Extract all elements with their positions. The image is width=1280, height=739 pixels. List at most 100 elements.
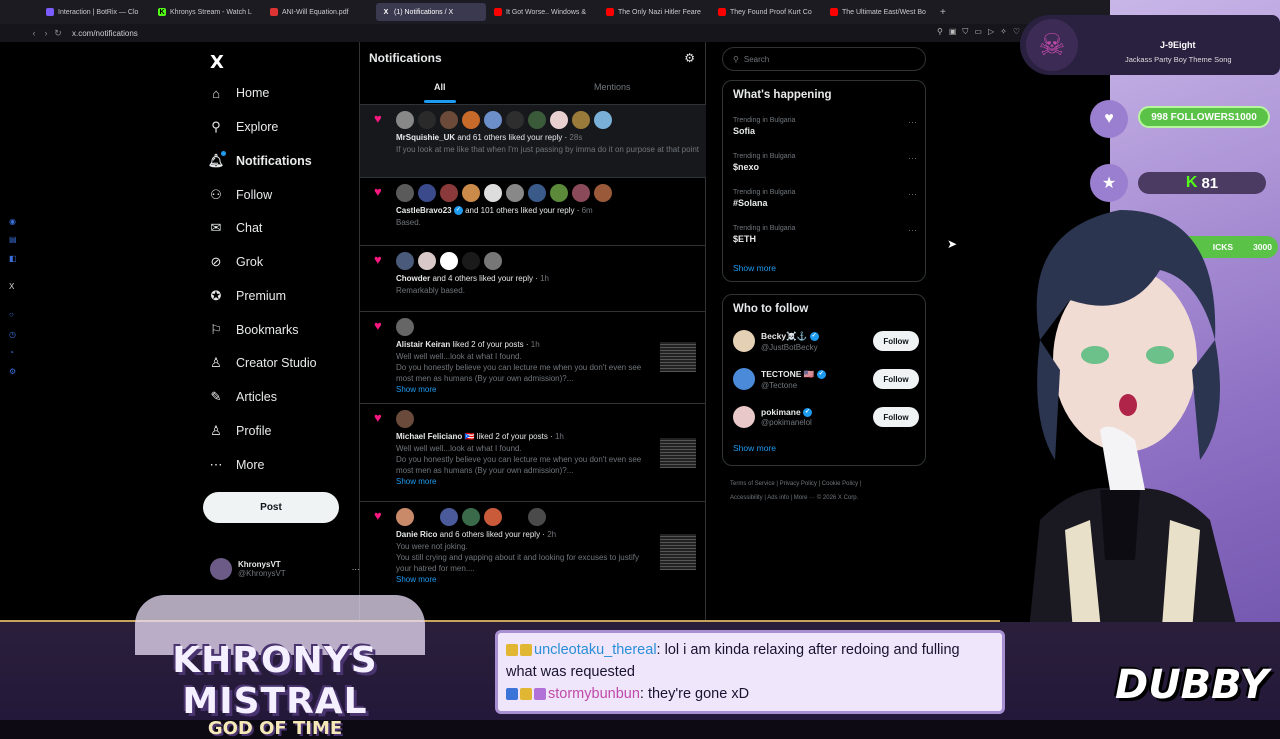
notification-user[interactable]: MrSquishie_UK — [396, 133, 455, 142]
trend-item[interactable]: Trending in Bulgaria Sofia ··· — [733, 117, 917, 136]
avatar[interactable] — [484, 252, 502, 270]
avatar[interactable] — [462, 508, 480, 526]
search-input[interactable]: ⚲ Search — [722, 47, 926, 71]
more-icon[interactable]: ··· — [908, 153, 917, 163]
avatar[interactable] — [506, 184, 524, 202]
avatar[interactable] — [462, 252, 480, 270]
notification-item[interactable]: ♥ Alistair Keiran liked 2 of your posts … — [360, 312, 706, 404]
avatar[interactable] — [418, 111, 436, 129]
tab-mentions[interactable]: Mentions — [594, 82, 631, 92]
avatar[interactable] — [396, 184, 414, 202]
extension-icon[interactable]: ▣ — [949, 27, 957, 37]
avatar[interactable] — [550, 184, 568, 202]
sidebar-item-creator-studio[interactable]: ♙ Creator Studio — [208, 351, 316, 375]
trend-item[interactable]: Trending in Bulgaria $nexo ··· — [733, 153, 917, 172]
notification-item[interactable]: ♥ MrSquishie_UK and 61 others liked your… — [360, 105, 706, 178]
avatar[interactable] — [440, 184, 458, 202]
avatar[interactable] — [528, 508, 546, 526]
url-field[interactable]: x.com/notifications — [72, 29, 138, 38]
avatar[interactable] — [594, 184, 612, 202]
post-thumbnail[interactable] — [660, 534, 696, 570]
follow-button[interactable]: Follow — [873, 407, 919, 427]
sidebar-item-bookmarks[interactable]: ⚐ Bookmarks — [208, 318, 298, 342]
browser-tab[interactable]: Interaction | BotRix — Clo — [40, 3, 150, 21]
reload-icon[interactable]: ↻ — [52, 28, 64, 39]
avatar[interactable] — [418, 508, 436, 526]
suggested-account[interactable]: Becky☠️⚓ ✓ @JustBotBecky Follow — [733, 327, 919, 355]
side-icon[interactable]: ◔ — [9, 348, 14, 357]
x-icon[interactable]: X — [9, 282, 14, 291]
notification-item[interactable]: ♥ CastleBravo23 ✓ and 101 others liked y… — [360, 178, 706, 246]
show-more-link[interactable]: Show more — [733, 263, 776, 273]
avatar[interactable] — [396, 318, 414, 336]
account-switcher[interactable]: KhronysVT @KhronysVT ··· — [210, 558, 360, 580]
side-icon[interactable]: ○ — [9, 310, 14, 319]
pin-icon[interactable]: ⚲ — [937, 27, 943, 37]
suggested-account[interactable]: pokimane ✓ @pokimanelol Follow — [733, 403, 919, 431]
avatar[interactable] — [462, 184, 480, 202]
sidebar-item-home[interactable]: ⌂ Home — [208, 81, 269, 105]
post-thumbnail[interactable] — [660, 438, 696, 468]
gear-icon[interactable]: ⚙ — [9, 367, 16, 376]
play-icon[interactable]: ▷ — [988, 27, 994, 37]
avatar[interactable] — [484, 508, 502, 526]
sidebar-item-more[interactable]: ⋯ More — [208, 453, 265, 477]
show-more-link[interactable]: Show more — [733, 443, 776, 453]
sidebar-item-follow[interactable]: ⚇ Follow — [208, 183, 272, 207]
avatar[interactable] — [572, 184, 590, 202]
avatar[interactable] — [484, 111, 502, 129]
avatar[interactable] — [418, 252, 436, 270]
sidebar-item-profile[interactable]: ♙ Profile — [208, 419, 271, 443]
sidebar-item-premium[interactable]: ✪ Premium — [208, 284, 286, 308]
notification-user[interactable]: Danie Rico — [396, 530, 437, 539]
puzzle-icon[interactable]: ✧ — [1000, 27, 1007, 37]
browser-tab[interactable]: ANI-Will Equation.pdf — [264, 3, 374, 21]
sidebar-item-notifications[interactable]: 🔔︎ Notifications — [208, 149, 312, 173]
avatar[interactable] — [440, 111, 458, 129]
new-tab-button[interactable]: + — [940, 7, 946, 18]
more-icon[interactable]: ··· — [908, 117, 917, 127]
notification-user[interactable]: Michael Feliciano 🇵🇷 — [396, 432, 474, 441]
sidebar-item-grok[interactable]: ⊘ Grok — [208, 250, 264, 274]
sidebar-item-chat[interactable]: ✉ Chat — [208, 216, 263, 240]
avatar[interactable] — [484, 184, 502, 202]
side-icon[interactable]: ◷ — [9, 330, 16, 339]
heart-icon[interactable]: ♡ — [1013, 27, 1020, 37]
more-icon[interactable]: ··· — [908, 189, 917, 199]
avatar[interactable] — [418, 184, 436, 202]
avatar[interactable] — [506, 508, 524, 526]
avatar[interactable] — [572, 111, 590, 129]
forward-icon[interactable]: › — [40, 28, 52, 38]
trend-item[interactable]: Trending in Bulgaria $ETH ··· — [733, 225, 917, 244]
notification-user[interactable]: Alistair Keiran — [396, 340, 450, 349]
browser-tab[interactable]: It Got Worse.. Windows & — [488, 3, 598, 21]
follow-button[interactable]: Follow — [873, 369, 919, 389]
post-button[interactable]: Post — [203, 492, 339, 523]
avatar[interactable] — [440, 508, 458, 526]
avatar[interactable] — [506, 111, 524, 129]
avatar[interactable] — [733, 368, 755, 390]
avatar[interactable] — [550, 111, 568, 129]
avatar[interactable] — [528, 111, 546, 129]
avatar[interactable] — [396, 111, 414, 129]
browser-tab[interactable]: They Found Proof Kurt Co — [712, 3, 822, 21]
avatar[interactable] — [462, 111, 480, 129]
notification-user[interactable]: Chowder — [396, 274, 430, 283]
back-icon[interactable]: ‹ — [28, 28, 40, 38]
notification-item[interactable]: ♥ Danie Rico and 6 others liked your rep… — [360, 502, 706, 602]
show-more-link[interactable]: Show more — [396, 385, 706, 394]
side-icon[interactable]: ◧ — [9, 254, 17, 263]
cast-icon[interactable]: ▭ — [974, 27, 982, 37]
browser-tab[interactable]: The Ultimate East/West Bo — [824, 3, 934, 21]
side-icon[interactable]: ◉ — [9, 217, 16, 226]
footer-links[interactable]: Terms of Service | Privacy Policy | Cook… — [730, 477, 926, 505]
avatar[interactable] — [528, 184, 546, 202]
notification-item[interactable]: ♥ Chowder and 4 others liked your reply … — [360, 246, 706, 312]
shield-icon[interactable]: ⛉ — [962, 27, 968, 37]
sidebar-item-explore[interactable]: ⚲ Explore — [208, 115, 278, 139]
browser-tab[interactable]: K Khronys Stream - Watch L — [152, 3, 262, 21]
follow-button[interactable]: Follow — [873, 331, 919, 351]
avatar[interactable] — [733, 330, 755, 352]
show-more-link[interactable]: Show more — [396, 477, 706, 486]
browser-tab[interactable]: The Only Nazi Hitler Feare — [600, 3, 710, 21]
